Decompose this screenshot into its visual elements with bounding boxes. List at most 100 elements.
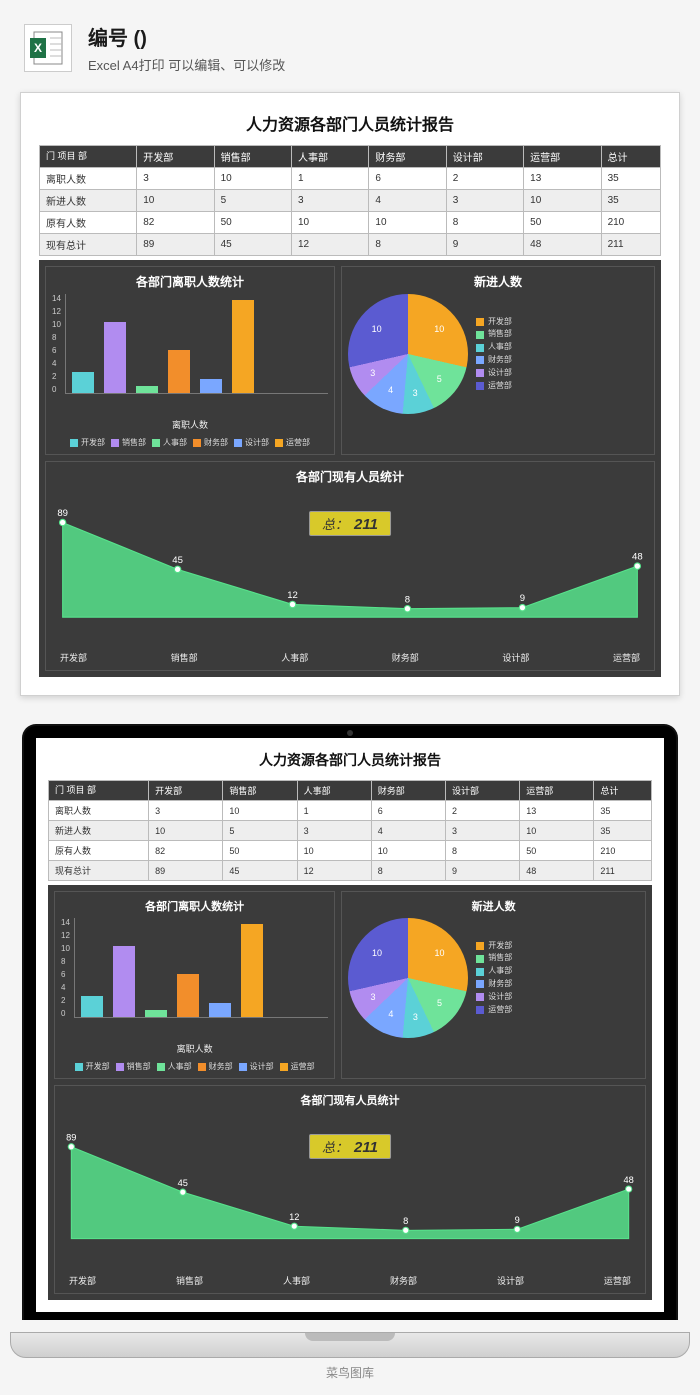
y-tick: 0 <box>61 1009 70 1018</box>
legend-item: 设计部 <box>234 437 269 448</box>
table-cell: 3 <box>292 190 369 212</box>
y-tick: 6 <box>61 970 70 979</box>
area-chart-title: 各部门现有人员统计 <box>52 468 648 485</box>
table-cell: 10 <box>297 841 371 861</box>
table-row: 新进人数1053431035 <box>49 821 652 841</box>
bar-chart: 各部门离职人数统计02468101214离职人数开发部销售部人事部财务部设计部运… <box>45 266 335 455</box>
legend-item: 运营部 <box>476 1004 512 1017</box>
laptop-mockup: 人力资源各部门人员统计报告门 项目 部开发部销售部人事部财务部设计部运营部总计离… <box>22 724 678 1320</box>
y-tick: 6 <box>52 346 61 355</box>
area-point-label: 48 <box>624 1175 634 1185</box>
table-row-header: 离职人数 <box>49 801 149 821</box>
table-cell: 12 <box>297 861 371 881</box>
bar <box>104 322 126 393</box>
pie-chart-title: 新进人数 <box>348 898 639 914</box>
area-x-labels: 开发部销售部人事部财务部设计部运营部 <box>52 651 648 664</box>
table-corner-cell: 门 项目 部 <box>40 146 137 168</box>
table-cell: 8 <box>371 861 445 881</box>
legend-item: 开发部 <box>70 437 105 448</box>
legend-item: 人事部 <box>476 965 512 978</box>
area-point-label: 48 <box>632 552 643 563</box>
table-cell: 45 <box>214 234 291 256</box>
table-cell: 3 <box>149 801 223 821</box>
legend-item: 财务部 <box>193 437 228 448</box>
area-x-label: 运营部 <box>613 651 640 664</box>
legend-item: 设计部 <box>476 367 512 380</box>
table-col-header: 运营部 <box>524 146 601 168</box>
table-cell: 13 <box>520 801 594 821</box>
table-col-header: 销售部 <box>214 146 291 168</box>
table-row-header: 离职人数 <box>40 168 137 190</box>
table-col-header: 人事部 <box>292 146 369 168</box>
y-tick: 14 <box>61 918 70 927</box>
charts-panel: 各部门离职人数统计02468101214离职人数开发部销售部人事部财务部设计部运… <box>39 260 661 677</box>
bar-x-label: 离职人数 <box>61 1042 328 1055</box>
bar <box>81 996 103 1017</box>
table-cell: 1 <box>292 168 369 190</box>
table-cell: 3 <box>297 821 371 841</box>
table-cell: 10 <box>223 801 297 821</box>
table-cell: 10 <box>520 821 594 841</box>
legend-item: 开发部 <box>476 316 512 329</box>
report-main: 人力资源各部门人员统计报告门 项目 部开发部销售部人事部财务部设计部运营部总计离… <box>39 111 661 677</box>
y-tick: 0 <box>52 385 61 394</box>
table-cell: 82 <box>149 841 223 861</box>
table-cell: 8 <box>445 841 519 861</box>
table-col-header: 运营部 <box>520 781 594 801</box>
stats-table: 门 项目 部开发部销售部人事部财务部设计部运营部总计离职人数3101621335… <box>48 780 652 881</box>
area-x-label: 人事部 <box>283 1274 310 1287</box>
total-badge: 总：211 <box>309 1134 391 1159</box>
table-col-header: 财务部 <box>371 781 445 801</box>
table-cell: 13 <box>524 168 601 190</box>
bar-chart: 各部门离职人数统计02468101214离职人数开发部销售部人事部财务部设计部运… <box>54 891 335 1079</box>
legend-item: 运营部 <box>275 437 310 448</box>
table-cell: 2 <box>446 168 523 190</box>
y-tick: 8 <box>52 333 61 342</box>
bar <box>232 300 254 393</box>
y-tick: 2 <box>52 372 61 381</box>
legend-item: 销售部 <box>111 437 146 448</box>
bar <box>168 350 190 393</box>
area-point <box>174 566 180 572</box>
area-point <box>291 1223 297 1229</box>
bar <box>209 1003 231 1017</box>
table-row: 原有人数82501010850210 <box>40 212 661 234</box>
excel-file-icon: X <box>24 24 72 72</box>
legend-item: 人事部 <box>476 341 512 354</box>
bar <box>177 974 199 1017</box>
pie-slice-label: 5 <box>437 374 442 384</box>
header-text-block: 编号 () Excel A4打印 可以编辑、可以修改 <box>88 22 285 74</box>
bar-x-label: 离职人数 <box>52 418 328 431</box>
table-row: 新进人数1053431035 <box>40 190 661 212</box>
table-cell: 3 <box>137 168 214 190</box>
y-tick: 4 <box>52 359 61 368</box>
bar <box>72 372 94 393</box>
y-tick: 10 <box>52 320 61 329</box>
area-chart: 各部门现有人员统计总：2118945128948开发部销售部人事部财务部设计部运… <box>54 1085 646 1294</box>
pie-slice-label: 3 <box>370 368 375 378</box>
report-title: 人力资源各部门人员统计报告 <box>48 750 652 770</box>
table-cell: 5 <box>214 190 291 212</box>
total-badge: 总：211 <box>309 511 391 536</box>
table-col-header: 总计 <box>601 146 660 168</box>
legend-item: 运营部 <box>476 380 512 393</box>
table-cell: 211 <box>601 234 660 256</box>
bar <box>145 1010 167 1017</box>
table-cell: 6 <box>369 168 446 190</box>
area-point <box>68 1144 74 1150</box>
report-title: 人力资源各部门人员统计报告 <box>39 111 661 135</box>
table-cell: 10 <box>137 190 214 212</box>
table-row-header: 新进人数 <box>40 190 137 212</box>
pie-slice-label: 10 <box>434 324 444 334</box>
area-point-label: 45 <box>178 1178 188 1188</box>
area-point <box>59 519 65 525</box>
area-point-label: 89 <box>57 509 68 519</box>
area-point <box>404 606 410 612</box>
preview-sheet-main: 人力资源各部门人员统计报告门 项目 部开发部销售部人事部财务部设计部运营部总计离… <box>20 92 680 696</box>
table-cell: 211 <box>594 861 652 881</box>
table-cell: 5 <box>223 821 297 841</box>
area-point <box>519 604 525 610</box>
table-row: 现有总计8945128948211 <box>40 234 661 256</box>
excel-x-glyph: X <box>34 41 42 55</box>
area-point-label: 8 <box>403 1216 408 1226</box>
